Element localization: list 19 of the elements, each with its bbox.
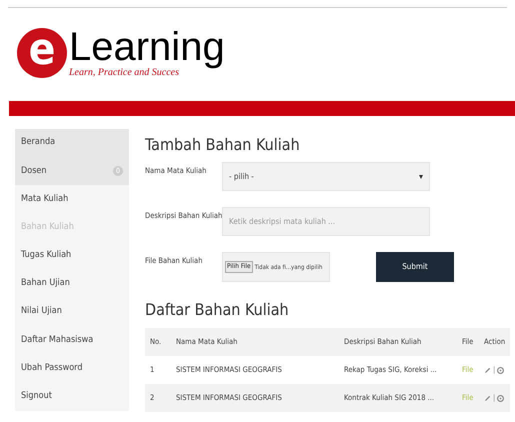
caret-icon bbox=[419, 174, 423, 178]
edit-icon[interactable] bbox=[484, 394, 491, 402]
sidebar-item[interactable]: Nilai Ujian bbox=[15, 298, 129, 326]
logo-e-icon: e bbox=[17, 28, 67, 78]
description-input[interactable]: Ketik deskripsi mata kuliah ... bbox=[222, 207, 430, 236]
logo-wordmark: Learning bbox=[69, 26, 225, 66]
sidebar-item[interactable]: Tugas Kuliah bbox=[15, 242, 129, 270]
course-select[interactable]: - pilih - bbox=[222, 162, 430, 191]
sidebar-item[interactable]: Beranda bbox=[15, 129, 129, 158]
submit-button[interactable]: Submit bbox=[376, 252, 454, 282]
edit-icon[interactable] bbox=[484, 366, 491, 374]
form-title: Tambah Bahan Kuliah bbox=[145, 135, 301, 155]
sidebar-item[interactable]: Ubah Password bbox=[15, 354, 129, 383]
table-title: Daftar Bahan Kuliah bbox=[145, 300, 290, 320]
sidebar-item[interactable]: Signout bbox=[15, 382, 129, 411]
sidebar-item[interactable]: Bahan Ujian bbox=[15, 270, 129, 298]
sidebar-item[interactable]: Mata Kuliah bbox=[15, 185, 129, 214]
sidebar-item[interactable]: Daftar Mahasiswa bbox=[15, 326, 129, 354]
logo-tagline: Learn, Practice and Succes bbox=[69, 66, 179, 80]
